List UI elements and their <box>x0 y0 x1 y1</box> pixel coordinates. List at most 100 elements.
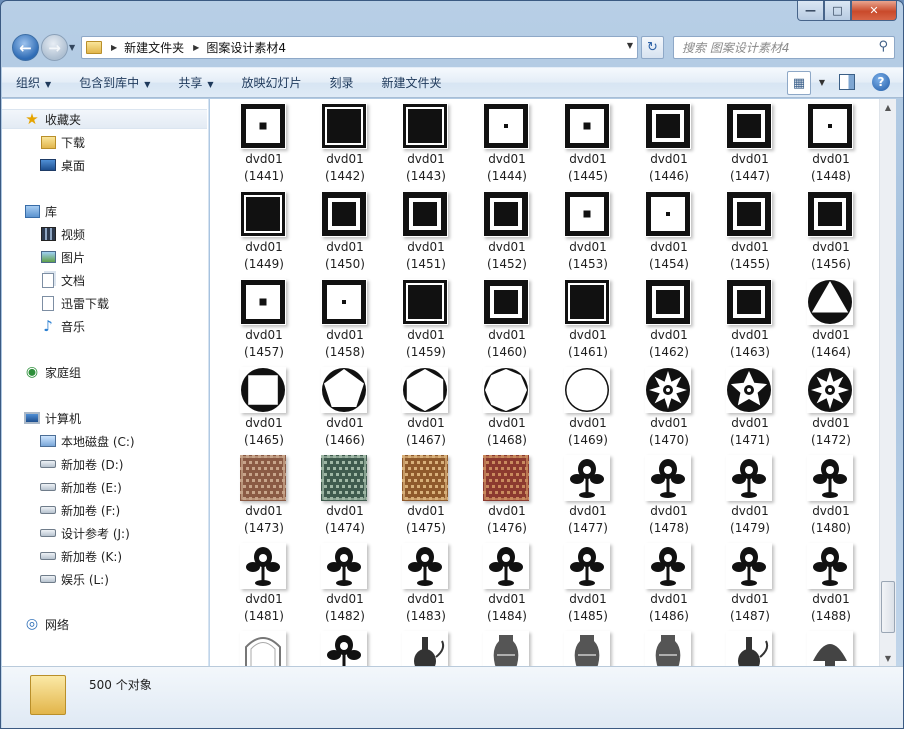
file-item[interactable]: dvd01 (1480) <box>791 453 861 541</box>
share-menu[interactable]: 共享 ▼ <box>164 74 227 91</box>
image-thumbnail[interactable] <box>402 631 448 666</box>
slideshow-button[interactable]: 放映幻灯片 <box>228 74 316 91</box>
image-thumbnail[interactable] <box>726 631 772 666</box>
image-thumbnail[interactable] <box>807 279 853 325</box>
file-item[interactable]: dvd01 (1463) <box>710 277 780 365</box>
image-thumbnail[interactable] <box>645 279 691 325</box>
image-thumbnail[interactable] <box>564 367 610 413</box>
help-button[interactable]: ? <box>872 73 890 91</box>
file-item[interactable] <box>791 629 861 666</box>
nav-item[interactable]: ◉ 家庭组 <box>2 362 81 382</box>
file-item[interactable]: dvd01 (1466) <box>305 365 375 453</box>
image-thumbnail[interactable] <box>483 455 531 501</box>
nav-item[interactable]: 下载 <box>2 132 85 152</box>
nav-item[interactable]: ★ 收藏夹 <box>2 109 207 129</box>
file-item[interactable]: dvd01 (1477) <box>548 453 618 541</box>
organize-menu[interactable]: 组织 ▼ <box>2 74 65 91</box>
minimize-button[interactable]: — <box>797 1 824 21</box>
file-item[interactable]: dvd01 (1442) <box>305 101 375 189</box>
burn-button[interactable]: 刻录 <box>316 74 368 91</box>
file-item[interactable]: dvd01 (1451) <box>386 189 456 277</box>
file-item[interactable]: dvd01 (1485) <box>548 541 618 629</box>
image-thumbnail[interactable] <box>240 191 286 237</box>
image-thumbnail[interactable] <box>402 279 448 325</box>
nav-item[interactable]: 计算机 <box>2 408 81 428</box>
nav-item[interactable]: ♪ 音乐 <box>2 316 85 336</box>
file-item[interactable]: dvd01 (1469) <box>548 365 618 453</box>
change-view-button[interactable]: ▦ <box>787 71 811 95</box>
new-folder-button[interactable]: 新建文件夹 <box>368 74 456 91</box>
image-thumbnail[interactable] <box>726 191 772 237</box>
chevron-right-icon[interactable]: ▶ <box>111 43 117 52</box>
image-thumbnail[interactable] <box>483 279 529 325</box>
image-thumbnail[interactable] <box>240 631 286 666</box>
nav-item[interactable]: 视频 <box>2 224 85 244</box>
file-item[interactable]: dvd01 (1443) <box>386 101 456 189</box>
scroll-down-icon[interactable]: ▼ <box>880 650 896 666</box>
nav-item[interactable]: 图片 <box>2 247 85 267</box>
image-thumbnail[interactable] <box>402 191 448 237</box>
image-thumbnail[interactable] <box>240 103 286 149</box>
file-item[interactable]: dvd01 (1476) <box>467 453 537 541</box>
file-item[interactable]: dvd01 (1459) <box>386 277 456 365</box>
image-thumbnail[interactable] <box>564 543 610 589</box>
search-input[interactable]: 搜索 图案设计素材4 ⚲ <box>673 36 895 59</box>
file-item[interactable]: dvd01 (1481) <box>224 541 294 629</box>
file-item[interactable]: dvd01 (1473) <box>224 453 294 541</box>
image-thumbnail[interactable] <box>321 455 369 501</box>
nav-item[interactable]: 新加卷 (F:) <box>2 500 120 520</box>
preview-pane-button[interactable] <box>839 74 855 90</box>
file-item[interactable] <box>710 629 780 666</box>
file-item[interactable]: dvd01 (1487) <box>710 541 780 629</box>
breadcrumb-item[interactable]: 图案设计素材4 <box>206 39 286 56</box>
chevron-right-icon[interactable]: ▶ <box>193 43 199 52</box>
image-thumbnail[interactable] <box>240 455 288 501</box>
file-item[interactable]: dvd01 (1441) <box>224 101 294 189</box>
file-item[interactable]: dvd01 (1453) <box>548 189 618 277</box>
file-item[interactable]: dvd01 (1484) <box>467 541 537 629</box>
file-item[interactable] <box>305 629 375 666</box>
image-thumbnail[interactable] <box>402 367 448 413</box>
file-item[interactable]: dvd01 (1474) <box>305 453 375 541</box>
image-thumbnail[interactable] <box>564 455 610 501</box>
file-item[interactable] <box>386 629 456 666</box>
file-item[interactable]: dvd01 (1468) <box>467 365 537 453</box>
file-item[interactable]: dvd01 (1472) <box>791 365 861 453</box>
image-thumbnail[interactable] <box>807 455 853 501</box>
image-thumbnail[interactable] <box>402 543 448 589</box>
image-thumbnail[interactable] <box>483 103 529 149</box>
image-thumbnail[interactable] <box>645 543 691 589</box>
view-dropdown-icon[interactable]: ▼ <box>819 78 825 87</box>
include-in-library-menu[interactable]: 包含到库中 ▼ <box>65 74 164 91</box>
image-thumbnail[interactable] <box>483 543 529 589</box>
file-item[interactable]: dvd01 (1456) <box>791 189 861 277</box>
image-thumbnail[interactable] <box>726 103 772 149</box>
search-icon[interactable]: ⚲ <box>878 39 888 54</box>
nav-item[interactable]: 本地磁盘 (C:) <box>2 431 135 451</box>
forward-button[interactable]: → <box>41 34 68 61</box>
image-thumbnail[interactable] <box>483 367 529 413</box>
file-item[interactable]: dvd01 (1447) <box>710 101 780 189</box>
file-item[interactable]: dvd01 (1460) <box>467 277 537 365</box>
image-thumbnail[interactable] <box>645 191 691 237</box>
image-thumbnail[interactable] <box>240 279 286 325</box>
image-thumbnail[interactable] <box>321 367 367 413</box>
image-thumbnail[interactable] <box>321 103 367 149</box>
nav-item[interactable]: 桌面 <box>2 155 85 175</box>
file-item[interactable]: dvd01 (1446) <box>629 101 699 189</box>
file-item[interactable]: dvd01 (1471) <box>710 365 780 453</box>
image-thumbnail[interactable] <box>807 367 853 413</box>
image-thumbnail[interactable] <box>402 455 450 501</box>
vertical-scrollbar[interactable]: ▲ ▼ <box>879 99 896 666</box>
file-item[interactable]: dvd01 (1445) <box>548 101 618 189</box>
image-thumbnail[interactable] <box>321 191 367 237</box>
close-button[interactable]: ✕ <box>851 1 897 21</box>
image-thumbnail[interactable] <box>240 543 286 589</box>
file-item[interactable]: dvd01 (1450) <box>305 189 375 277</box>
file-item[interactable]: dvd01 (1448) <box>791 101 861 189</box>
file-item[interactable]: dvd01 (1467) <box>386 365 456 453</box>
image-thumbnail[interactable] <box>645 103 691 149</box>
scroll-up-icon[interactable]: ▲ <box>880 99 896 115</box>
file-item[interactable]: dvd01 (1475) <box>386 453 456 541</box>
file-item[interactable]: dvd01 (1464) <box>791 277 861 365</box>
